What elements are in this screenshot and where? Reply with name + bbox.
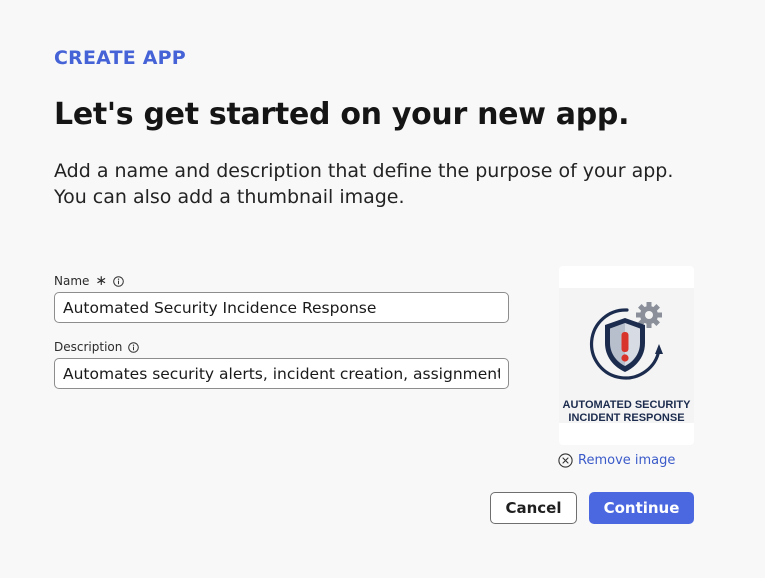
name-label-text: Name bbox=[54, 274, 90, 288]
close-circle-icon bbox=[558, 453, 573, 468]
thumbnail-caption-line-2: INCIDENT RESPONSE bbox=[568, 412, 685, 424]
eyebrow-label: CREATE APP bbox=[54, 47, 186, 69]
page-title: Let's get started on your new app. bbox=[54, 97, 630, 132]
name-field-label: Name ∗ bbox=[54, 273, 124, 289]
name-input[interactable] bbox=[54, 292, 509, 323]
page-description: Add a name and description that define t… bbox=[54, 158, 694, 210]
remove-image-label: Remove image bbox=[578, 453, 676, 468]
description-field-label: Description bbox=[54, 339, 140, 355]
thumbnail-image: AUTOMATED SECURITY INCIDENT RESPONSE bbox=[559, 288, 694, 425]
thumbnail-caption: AUTOMATED SECURITY INCIDENT RESPONSE bbox=[559, 399, 694, 425]
thumbnail-preview[interactable]: AUTOMATED SECURITY INCIDENT RESPONSE bbox=[559, 266, 694, 445]
remove-image-link[interactable]: Remove image bbox=[558, 453, 675, 468]
description-line-1: Add a name and description that define t… bbox=[54, 160, 674, 182]
description-line-2: You can also add a thumbnail image. bbox=[54, 186, 405, 208]
description-input[interactable] bbox=[54, 358, 509, 389]
info-icon[interactable] bbox=[113, 275, 124, 287]
continue-button[interactable]: Continue bbox=[589, 492, 694, 524]
thumbnail-caption-line-1: AUTOMATED SECURITY bbox=[562, 399, 691, 411]
required-mark: ∗ bbox=[95, 273, 108, 289]
description-label-text: Description bbox=[54, 340, 123, 354]
cancel-button[interactable]: Cancel bbox=[490, 492, 577, 524]
info-icon[interactable] bbox=[128, 341, 140, 353]
